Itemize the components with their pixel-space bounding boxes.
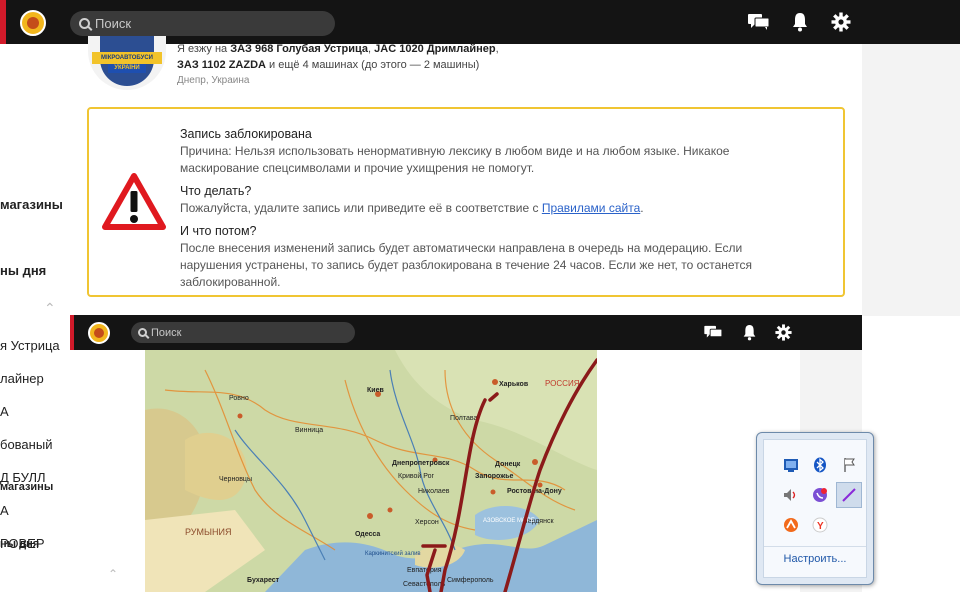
- svg-text:Каркинитский залив: Каркинитский залив: [365, 550, 421, 557]
- svg-text:Одесса: Одесса: [355, 531, 380, 538]
- search-placeholder: Поиск: [95, 16, 132, 31]
- system-tray-overflow: Y Настроить...: [756, 432, 874, 585]
- search-icon: [138, 328, 147, 337]
- svg-text:РУМЫНИЯ: РУМЫНИЯ: [185, 527, 231, 537]
- sidebar-item-day-cars[interactable]: ны дня: [0, 538, 70, 550]
- embedded-top-bar: Поиск: [70, 315, 862, 350]
- ukraine-route-map[interactable]: Киев Харьков Ровно Черновцы Винница Полт…: [145, 350, 597, 592]
- flag-icon[interactable]: [838, 454, 860, 476]
- messages-icon[interactable]: [704, 325, 723, 340]
- svg-text:Евпатория: Евпатория: [407, 567, 442, 574]
- avast-icon[interactable]: [780, 514, 802, 536]
- pen-icon[interactable]: [836, 482, 862, 508]
- search-placeholder: Поиск: [151, 326, 182, 339]
- svg-text:Полтава: Полтава: [450, 415, 478, 422]
- blocked-notice: Запись заблокирована Причина: Нельзя исп…: [87, 107, 845, 297]
- sidebar-item-day-cars[interactable]: ны дня: [0, 263, 70, 278]
- bluetooth-icon[interactable]: [809, 454, 831, 476]
- svg-text:Донецк: Донецк: [495, 461, 521, 468]
- car-link[interactable]: ЗАЗ 968 Голубая Устрица: [230, 43, 368, 55]
- sidebar-item-car[interactable]: А: [0, 503, 70, 518]
- rules-link[interactable]: Правилами сайта: [542, 201, 640, 215]
- chevron-up-icon[interactable]: ⌃: [44, 300, 56, 317]
- divider: [764, 546, 866, 547]
- notice-title: Запись заблокирована: [180, 127, 312, 141]
- gear-icon[interactable]: [831, 12, 851, 32]
- sidebar-item-car[interactable]: лайнер: [0, 371, 70, 386]
- next-title: И что потом?: [180, 224, 257, 238]
- svg-text:Y: Y: [817, 521, 824, 532]
- network-icon[interactable]: [780, 454, 802, 476]
- car-link[interactable]: JAC 1020 Дримлайнер: [374, 43, 495, 55]
- sidebar-item-shops[interactable]: магазины: [0, 481, 70, 493]
- chevron-up-icon[interactable]: ⌃: [108, 567, 118, 581]
- configure-link[interactable]: Настроить...: [764, 553, 866, 565]
- todo-title: Что делать?: [180, 184, 252, 198]
- brand-stripe: [0, 0, 6, 44]
- svg-text:Харьков: Харьков: [499, 381, 529, 388]
- bell-icon[interactable]: [742, 324, 757, 341]
- svg-text:Бухарест: Бухарест: [247, 577, 280, 584]
- svg-text:РОССИЯ: РОССИЯ: [545, 379, 580, 388]
- search-input[interactable]: Поиск: [131, 322, 355, 343]
- svg-text:Киев: Киев: [367, 387, 384, 394]
- svg-text:Ровно: Ровно: [229, 395, 249, 402]
- search-icon: [79, 18, 90, 29]
- site-logo[interactable]: [20, 10, 46, 36]
- notice-reason: Причина: Нельзя использовать ненормативн…: [180, 144, 730, 175]
- search-input[interactable]: Поиск: [70, 11, 335, 36]
- svg-text:Кривой Рог: Кривой Рог: [398, 472, 435, 480]
- volume-icon[interactable]: [780, 484, 802, 506]
- bell-icon[interactable]: [791, 12, 809, 32]
- site-logo[interactable]: [88, 322, 110, 344]
- car-link[interactable]: ЗАЗ 1102 ZAZDA: [177, 59, 266, 71]
- viber-icon[interactable]: [809, 484, 831, 506]
- author-location: Днепр, Украина: [177, 75, 250, 86]
- svg-text:Херсон: Херсон: [415, 519, 439, 526]
- sidebar-item-car[interactable]: бованый: [0, 437, 70, 452]
- svg-text:Винница: Винница: [295, 427, 323, 434]
- sidebar-item-car[interactable]: А: [0, 404, 70, 419]
- svg-text:Черновцы: Черновцы: [219, 476, 252, 483]
- svg-text:Севастополь: Севастополь: [403, 581, 446, 588]
- brand-stripe: [70, 315, 74, 350]
- warning-icon: [102, 173, 166, 235]
- todo-text: Пожалуйста, удалите запись или приведите…: [180, 201, 644, 215]
- svg-text:Николаев: Николаев: [418, 488, 450, 495]
- svg-text:Запорожье: Запорожье: [475, 473, 514, 480]
- sidebar-item-car[interactable]: я Устрица: [0, 338, 70, 353]
- svg-text:Днепропетровск: Днепропетровск: [392, 460, 450, 467]
- svg-text:Симферополь: Симферополь: [447, 577, 494, 584]
- sidebar-item-shops[interactable]: магазины: [0, 197, 70, 212]
- page-background: [862, 44, 960, 316]
- yandex-icon[interactable]: Y: [809, 514, 831, 536]
- messages-icon[interactable]: [748, 13, 770, 31]
- next-text: После внесения изменений запись будет ав…: [180, 241, 753, 289]
- gear-icon[interactable]: [775, 324, 792, 341]
- author-cars: Я езжу на ЗАЗ 968 Голубая Устрица, JAC 1…: [177, 41, 499, 89]
